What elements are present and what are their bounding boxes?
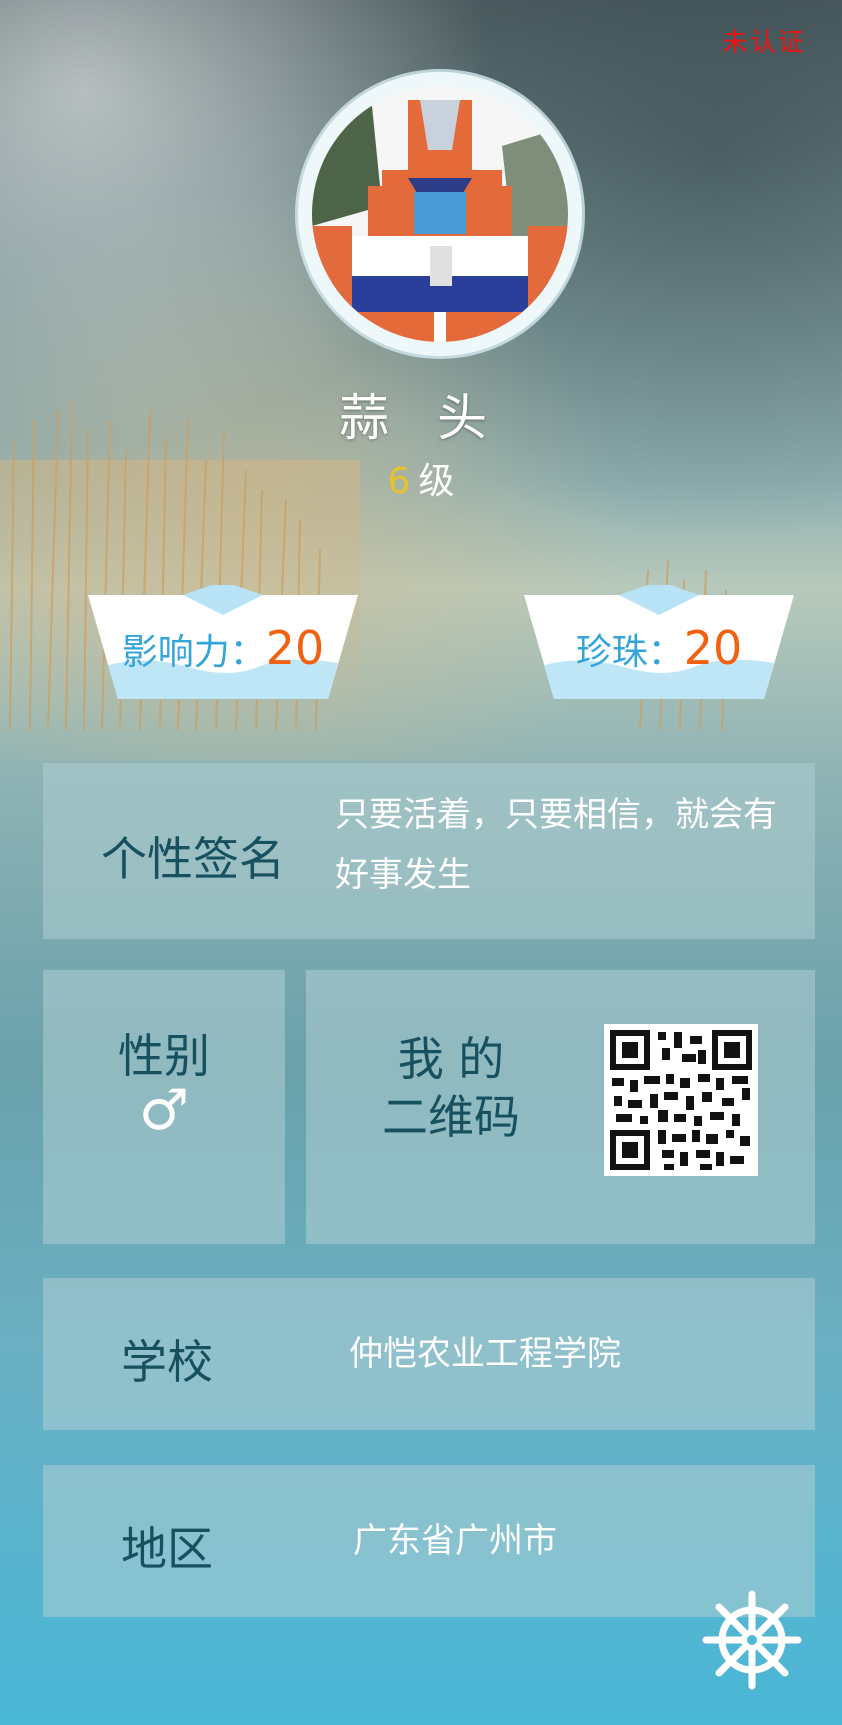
gender-panel[interactable]: 性别 ♂ [43, 970, 285, 1244]
influence-value: 20 [265, 621, 325, 675]
signature-panel[interactable]: 个性签名 只要活着，只要相信，就会有好事发生 [43, 763, 815, 939]
qr-code-image[interactable] [604, 1024, 758, 1176]
school-panel[interactable]: 学校 仲恺农业工程学院 [43, 1278, 815, 1430]
gender-label: 性别 [118, 1029, 210, 1083]
influence-text: 影响力：20 [88, 621, 358, 675]
user-level: 6级 [0, 452, 842, 504]
school-label: 学校 [121, 1335, 213, 1389]
username: 蒜 头 [339, 389, 503, 447]
pearl-stat[interactable]: 珍珠：20 [524, 585, 794, 703]
avatar[interactable] [312, 86, 568, 342]
influence-label: 影响力： [121, 632, 266, 673]
pearl-text: 珍珠：20 [524, 621, 794, 675]
level-unit: 级 [418, 461, 455, 502]
male-icon: ♂ [138, 1078, 190, 1143]
pearl-value: 20 [683, 621, 743, 675]
school-value: 仲恺农业工程学院 [349, 1334, 621, 1374]
pearl-label: 珍珠： [575, 632, 684, 673]
level-number: 6 [387, 461, 411, 502]
verification-status[interactable]: 未认证 [722, 22, 806, 59]
signature-value: 只要活着，只要相信，就会有好事发生 [335, 795, 777, 895]
qr-code-icon [604, 1024, 758, 1176]
avatar-frame[interactable] [298, 72, 582, 356]
ship-wheel-button[interactable] [700, 1588, 804, 1692]
signature-label: 个性签名 [101, 832, 285, 886]
region-value: 广东省广州市 [353, 1521, 557, 1561]
robot-avatar-image [312, 86, 568, 342]
qrcode-label: 我 的 二维码 [366, 1030, 536, 1146]
qrcode-panel[interactable]: 我 的 二维码 [306, 970, 815, 1244]
region-label: 地区 [121, 1522, 213, 1576]
influence-stat[interactable]: 影响力：20 [88, 585, 358, 703]
ship-wheel-icon [702, 1590, 802, 1690]
qrcode-label-line2: 二维码 [382, 1090, 520, 1144]
qrcode-label-line1: 我 的 [397, 1032, 505, 1086]
